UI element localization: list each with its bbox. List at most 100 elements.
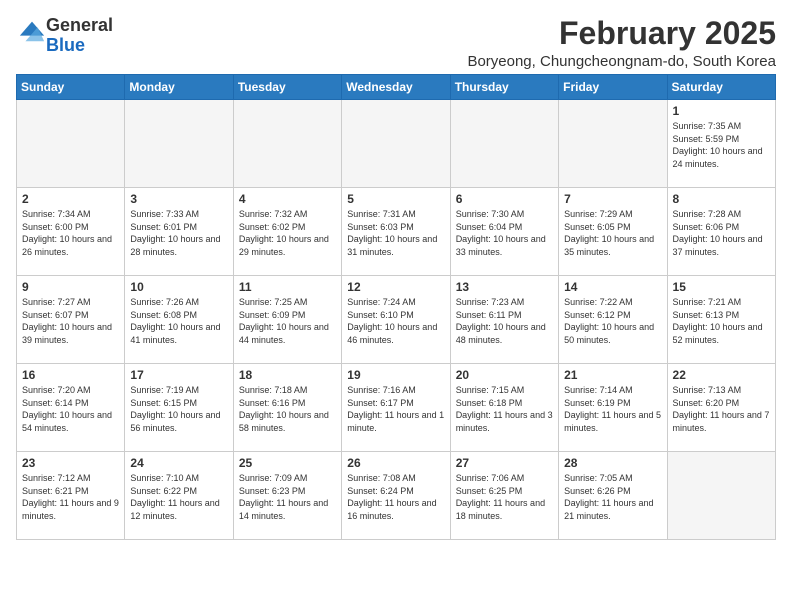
table-row — [17, 100, 125, 188]
table-row: 11Sunrise: 7:25 AM Sunset: 6:09 PM Dayli… — [233, 276, 341, 364]
table-row: 2 Sunrise: 7:34 AM Sunset: 6:00 PM Daylig… — [17, 188, 125, 276]
calendar-day-header: Sunday — [17, 75, 125, 100]
calendar-week-row: 23Sunrise: 7:12 AM Sunset: 6:21 PM Dayli… — [17, 452, 776, 540]
day-info: Sunrise: 7:06 AM Sunset: 6:25 PM Dayligh… — [456, 472, 553, 522]
table-row: 9 Sunrise: 7:27 AM Sunset: 6:07 PM Daylig… — [17, 276, 125, 364]
day-number: 28 — [564, 456, 661, 470]
table-row: 24Sunrise: 7:10 AM Sunset: 6:22 PM Dayli… — [125, 452, 233, 540]
page-header: General Blue February 2025 Boryeong, Chu… — [16, 16, 776, 70]
table-row: 19 Sunrise: 7:16 AM Sunset: 6:17 PM Dayli… — [342, 364, 450, 452]
calendar-week-row: 16 Sunrise: 7:20 AM Sunset: 6:14 PM Dayli… — [17, 364, 776, 452]
table-row: 25 Sunrise: 7:09 AM Sunset: 6:23 PM Dayli… — [233, 452, 341, 540]
day-number: 27 — [456, 456, 553, 470]
day-number: 12 — [347, 280, 444, 294]
table-row: 20 Sunrise: 7:15 AM Sunset: 6:18 PM Dayli… — [450, 364, 558, 452]
day-number: 1 — [673, 104, 770, 118]
table-row: 15 Sunrise: 7:21 AM Sunset: 6:13 PM Dayli… — [667, 276, 775, 364]
day-number: 22 — [673, 368, 770, 382]
table-row: 26 Sunrise: 7:08 AM Sunset: 6:24 PM Dayli… — [342, 452, 450, 540]
table-row — [667, 452, 775, 540]
calendar-day-header: Friday — [559, 75, 667, 100]
day-number: 26 — [347, 456, 444, 470]
day-number: 2 — [22, 192, 119, 206]
day-info: Sunrise: 7:13 AM Sunset: 6:20 PM Dayligh… — [673, 384, 770, 434]
day-number: 11 — [239, 280, 336, 294]
table-row: 18 Sunrise: 7:18 AM Sunset: 6:16 PM Dayli… — [233, 364, 341, 452]
day-number: 7 — [564, 192, 661, 206]
day-info: Sunrise: 7:35 AM Sunset: 5:59 PM Dayligh… — [673, 120, 770, 170]
day-number: 20 — [456, 368, 553, 382]
table-row: 6 Sunrise: 7:30 AM Sunset: 6:04 PM Daylig… — [450, 188, 558, 276]
day-info: Sunrise: 7:09 AM Sunset: 6:23 PM Dayligh… — [239, 472, 336, 522]
day-info: Sunrise: 7:19 AM Sunset: 6:15 PM Dayligh… — [130, 384, 227, 434]
table-row: 8Sunrise: 7:28 AM Sunset: 6:06 PM Daylig… — [667, 188, 775, 276]
calendar-table: SundayMondayTuesdayWednesdayThursdayFrid… — [16, 74, 776, 540]
day-info: Sunrise: 7:21 AM Sunset: 6:13 PM Dayligh… — [673, 296, 770, 346]
day-number: 15 — [673, 280, 770, 294]
table-row — [559, 100, 667, 188]
day-info: Sunrise: 7:26 AM Sunset: 6:08 PM Dayligh… — [130, 296, 227, 346]
calendar-week-row: 1 Sunrise: 7:35 AM Sunset: 5:59 PM Daylig… — [17, 100, 776, 188]
month-title: February 2025 — [467, 16, 776, 51]
day-number: 10 — [130, 280, 227, 294]
day-number: 9 — [22, 280, 119, 294]
day-info: Sunrise: 7:08 AM Sunset: 6:24 PM Dayligh… — [347, 472, 444, 522]
table-row: 22 Sunrise: 7:13 AM Sunset: 6:20 PM Dayli… — [667, 364, 775, 452]
day-info: Sunrise: 7:16 AM Sunset: 6:17 PM Dayligh… — [347, 384, 444, 434]
calendar-day-header: Wednesday — [342, 75, 450, 100]
table-row: 5 Sunrise: 7:31 AM Sunset: 6:03 PM Daylig… — [342, 188, 450, 276]
day-info: Sunrise: 7:14 AM Sunset: 6:19 PM Dayligh… — [564, 384, 661, 434]
day-number: 13 — [456, 280, 553, 294]
table-row: 1 Sunrise: 7:35 AM Sunset: 5:59 PM Daylig… — [667, 100, 775, 188]
table-row: 27 Sunrise: 7:06 AM Sunset: 6:25 PM Dayli… — [450, 452, 558, 540]
table-row: 7Sunrise: 7:29 AM Sunset: 6:05 PM Daylig… — [559, 188, 667, 276]
logo-general: General — [46, 16, 113, 36]
day-number: 17 — [130, 368, 227, 382]
day-number: 6 — [456, 192, 553, 206]
table-row: 21 Sunrise: 7:14 AM Sunset: 6:19 PM Dayli… — [559, 364, 667, 452]
day-number: 4 — [239, 192, 336, 206]
day-number: 25 — [239, 456, 336, 470]
day-info: Sunrise: 7:20 AM Sunset: 6:14 PM Dayligh… — [22, 384, 119, 434]
day-info: Sunrise: 7:34 AM Sunset: 6:00 PM Dayligh… — [22, 208, 119, 258]
day-info: Sunrise: 7:31 AM Sunset: 6:03 PM Dayligh… — [347, 208, 444, 258]
day-number: 8 — [673, 192, 770, 206]
day-info: Sunrise: 7:33 AM Sunset: 6:01 PM Dayligh… — [130, 208, 227, 258]
day-info: Sunrise: 7:32 AM Sunset: 6:02 PM Dayligh… — [239, 208, 336, 258]
logo-text: General Blue — [46, 16, 113, 56]
day-info: Sunrise: 7:05 AM Sunset: 6:26 PM Dayligh… — [564, 472, 661, 522]
calendar-day-header: Thursday — [450, 75, 558, 100]
table-row: 16 Sunrise: 7:20 AM Sunset: 6:14 PM Dayli… — [17, 364, 125, 452]
calendar-day-header: Monday — [125, 75, 233, 100]
day-info: Sunrise: 7:15 AM Sunset: 6:18 PM Dayligh… — [456, 384, 553, 434]
logo: General Blue — [16, 16, 113, 56]
logo-blue: Blue — [46, 36, 113, 56]
day-number: 23 — [22, 456, 119, 470]
table-row: 13 Sunrise: 7:23 AM Sunset: 6:11 PM Dayli… — [450, 276, 558, 364]
day-number: 16 — [22, 368, 119, 382]
calendar-week-row: 2 Sunrise: 7:34 AM Sunset: 6:00 PM Daylig… — [17, 188, 776, 276]
table-row — [233, 100, 341, 188]
table-row: 10 Sunrise: 7:26 AM Sunset: 6:08 PM Dayli… — [125, 276, 233, 364]
day-info: Sunrise: 7:10 AM Sunset: 6:22 PM Dayligh… — [130, 472, 227, 522]
table-row: 17 Sunrise: 7:19 AM Sunset: 6:15 PM Dayli… — [125, 364, 233, 452]
day-number: 21 — [564, 368, 661, 382]
day-info: Sunrise: 7:23 AM Sunset: 6:11 PM Dayligh… — [456, 296, 553, 346]
table-row: 12Sunrise: 7:24 AM Sunset: 6:10 PM Dayli… — [342, 276, 450, 364]
day-number: 5 — [347, 192, 444, 206]
location-title: Boryeong, Chungcheongnam-do, South Korea — [467, 53, 776, 70]
table-row — [450, 100, 558, 188]
day-info: Sunrise: 7:27 AM Sunset: 6:07 PM Dayligh… — [22, 296, 119, 346]
table-row: 4 Sunrise: 7:32 AM Sunset: 6:02 PM Daylig… — [233, 188, 341, 276]
title-block: February 2025 Boryeong, Chungcheongnam-d… — [467, 16, 776, 70]
day-info: Sunrise: 7:18 AM Sunset: 6:16 PM Dayligh… — [239, 384, 336, 434]
day-number: 19 — [347, 368, 444, 382]
table-row: 14Sunrise: 7:22 AM Sunset: 6:12 PM Dayli… — [559, 276, 667, 364]
day-number: 18 — [239, 368, 336, 382]
day-info: Sunrise: 7:30 AM Sunset: 6:04 PM Dayligh… — [456, 208, 553, 258]
table-row — [342, 100, 450, 188]
day-number: 3 — [130, 192, 227, 206]
table-row — [125, 100, 233, 188]
calendar-week-row: 9 Sunrise: 7:27 AM Sunset: 6:07 PM Daylig… — [17, 276, 776, 364]
table-row: 28 Sunrise: 7:05 AM Sunset: 6:26 PM Dayli… — [559, 452, 667, 540]
